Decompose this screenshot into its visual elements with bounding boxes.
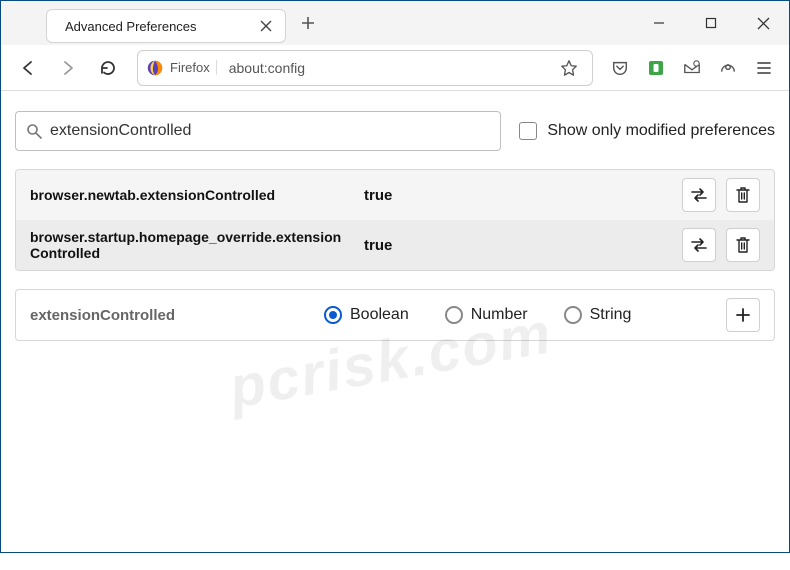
extension-icon[interactable] xyxy=(641,53,671,83)
add-button[interactable] xyxy=(726,298,760,332)
radio-icon xyxy=(445,306,463,324)
prefs-table: browser.newtab.extensionControlled true … xyxy=(15,169,775,271)
pref-name-label: browser.startup.homepage_override.extens… xyxy=(30,229,350,261)
radio-number-label: Number xyxy=(471,306,528,324)
back-button[interactable] xyxy=(11,51,45,85)
account-icon[interactable] xyxy=(713,53,743,83)
search-input[interactable] xyxy=(50,122,490,140)
pref-value-label: true xyxy=(364,237,668,254)
radio-number[interactable]: Number xyxy=(445,306,528,324)
modified-only-label: Show only modified preferences xyxy=(547,122,775,140)
tab-title-label: Advanced Preferences xyxy=(65,19,249,34)
forward-button[interactable] xyxy=(51,51,85,85)
pref-name-label: browser.newtab.extensionControlled xyxy=(30,187,350,203)
maximize-button[interactable] xyxy=(689,1,733,45)
mail-icon[interactable] xyxy=(677,53,707,83)
url-input[interactable] xyxy=(229,60,548,76)
radio-string[interactable]: String xyxy=(564,306,632,324)
pref-value-label: true xyxy=(364,187,668,204)
close-tab-icon[interactable] xyxy=(257,17,275,35)
table-row[interactable]: browser.newtab.extensionControlled true xyxy=(16,170,774,220)
browser-tab[interactable]: Advanced Preferences xyxy=(46,9,286,43)
toggle-button[interactable] xyxy=(682,178,716,212)
firefox-logo-icon xyxy=(146,59,164,77)
minimize-button[interactable] xyxy=(637,1,681,45)
bookmark-star-icon[interactable] xyxy=(554,53,584,83)
page-content: pcrisk.com Show only modified preference… xyxy=(1,91,789,552)
radio-icon xyxy=(564,306,582,324)
pref-actions xyxy=(682,228,760,262)
identity-label: Firefox xyxy=(170,60,217,75)
new-tab-button[interactable] xyxy=(292,7,324,39)
pref-actions xyxy=(682,178,760,212)
menu-button[interactable] xyxy=(749,53,779,83)
add-pref-name: extensionControlled xyxy=(30,307,310,324)
checkbox-icon xyxy=(519,122,537,140)
search-icon xyxy=(26,123,42,139)
add-pref-row: extensionControlled Boolean Number Strin… xyxy=(15,289,775,341)
modified-only-checkbox[interactable]: Show only modified preferences xyxy=(519,122,775,140)
type-radio-group: Boolean Number String xyxy=(324,306,712,324)
radio-boolean[interactable]: Boolean xyxy=(324,306,409,324)
close-window-button[interactable] xyxy=(741,1,785,45)
pocket-icon[interactable] xyxy=(605,53,635,83)
table-row[interactable]: browser.startup.homepage_override.extens… xyxy=(16,220,774,270)
radio-string-label: String xyxy=(590,306,632,324)
titlebar: Advanced Preferences xyxy=(1,1,789,45)
radio-boolean-label: Boolean xyxy=(350,306,409,324)
url-bar[interactable]: Firefox xyxy=(137,50,593,86)
search-row: Show only modified preferences xyxy=(15,111,775,151)
delete-button[interactable] xyxy=(726,228,760,262)
search-box[interactable] xyxy=(15,111,501,151)
radio-icon xyxy=(324,306,342,324)
reload-button[interactable] xyxy=(91,51,125,85)
delete-button[interactable] xyxy=(726,178,760,212)
toggle-button[interactable] xyxy=(682,228,716,262)
toolbar: Firefox xyxy=(1,45,789,91)
window-controls xyxy=(637,1,785,45)
